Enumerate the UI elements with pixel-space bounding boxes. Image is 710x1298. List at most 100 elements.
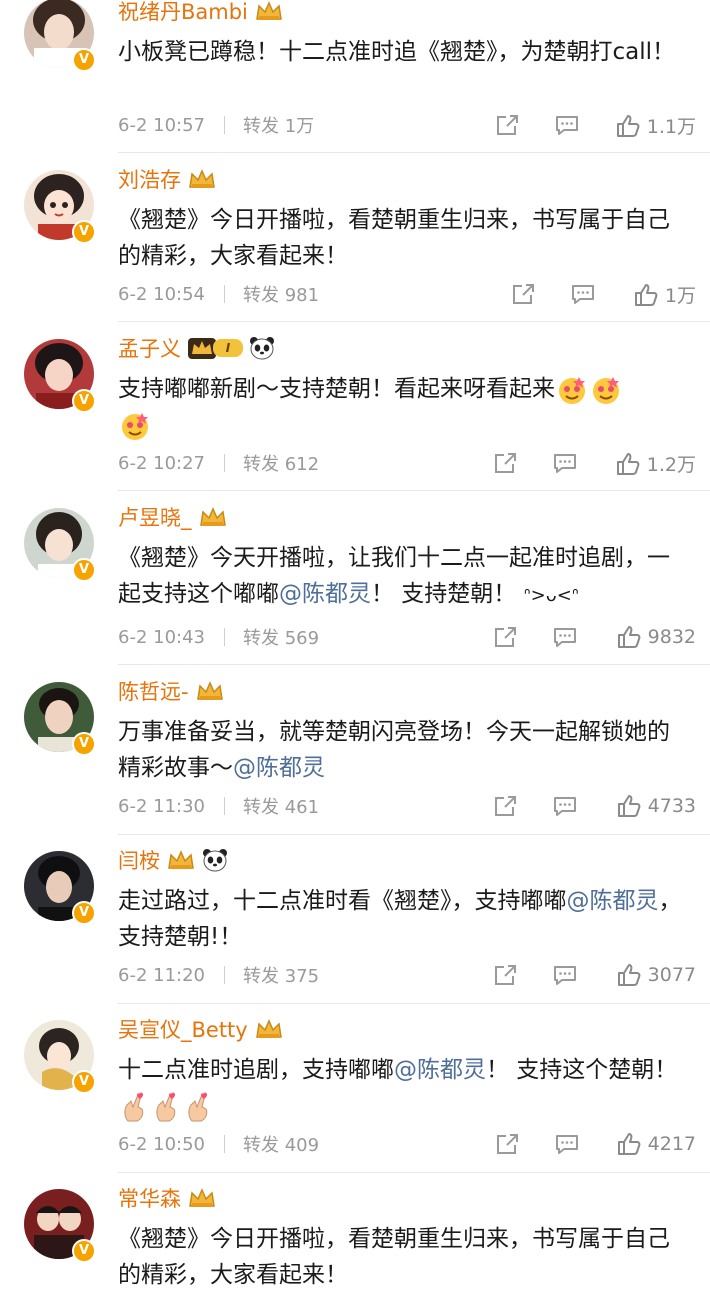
finger-heart-emoji-icon [156, 1092, 176, 1121]
mention-link[interactable]: @陈都灵 [233, 755, 325, 781]
author-name[interactable]: 吴宣仪_Betty [118, 1014, 248, 1044]
share-icon[interactable] [492, 963, 518, 987]
repost-count[interactable]: 转发 375 [243, 962, 319, 988]
share-icon[interactable] [492, 625, 518, 649]
share-icon[interactable] [494, 113, 520, 137]
divider [118, 490, 710, 491]
author-name[interactable]: 闫桉 [118, 845, 160, 875]
like-count: 9832 [647, 626, 696, 648]
like-button[interactable]: 1.2万 [615, 450, 696, 477]
repost-count[interactable]: 转发 1万 [243, 112, 314, 138]
comment-meta: 6-2 10:54 转发 981 1万 [118, 279, 696, 309]
repost-count[interactable]: 转发 409 [243, 1131, 319, 1157]
divider [224, 285, 225, 303]
author-name[interactable]: 刘浩存 [118, 164, 181, 194]
timestamp: 6-2 10:57 [118, 114, 205, 136]
verified-v-icon: V [72, 389, 96, 413]
comment-text: 《翘楚》今日开播啦，看楚朝重生归来，书写属于自己的精彩，大家看起来！ [118, 207, 670, 269]
author-name[interactable]: 卢昱晓_ [118, 502, 192, 532]
mention-link[interactable]: @陈都灵 [567, 888, 659, 914]
comment-text: 《翘楚》今天开播啦，让我们十二点一起准时追剧，一起支持这个嘟嘟@陈都灵！ 支持楚… [118, 545, 670, 607]
author-name[interactable]: 祝绪丹Bambi [118, 0, 248, 26]
thumbs-up-icon [616, 452, 640, 475]
comment-text: 《翘楚》今日开播啦，看楚朝重生归来，书写属于自己的精彩，大家看起来！ [118, 1226, 670, 1288]
verified-v-icon: V [72, 1239, 96, 1263]
repost-count[interactable]: 转发 461 [243, 793, 319, 819]
divider [118, 321, 710, 322]
thumbs-up-icon [617, 795, 641, 817]
divider [118, 152, 710, 153]
like-count: 4217 [647, 1133, 696, 1155]
like-button[interactable]: 9832 [616, 624, 696, 650]
like-count: 1.1万 [646, 116, 696, 138]
comment-icon[interactable] [552, 963, 578, 987]
thumbs-up-icon [634, 283, 658, 306]
thumbs-up-icon [616, 114, 640, 137]
crown-icon [256, 1, 282, 20]
crown-icon [189, 169, 215, 188]
crown-icon [168, 850, 194, 869]
comment-icon[interactable] [570, 282, 596, 306]
panda-icon [203, 849, 227, 872]
share-icon[interactable] [494, 1132, 520, 1156]
crown-icon [255, 1019, 282, 1038]
verified-v-icon: V [72, 732, 96, 756]
divider [224, 628, 225, 646]
comment-text: 走过路过，十二点准时看《翘楚》，支持嘟嘟@陈都灵，支持楚朝!！ [118, 888, 682, 950]
comment-text: 小板凳已蹲稳！十二点准时追《翘楚》，为楚朝打call！ [118, 39, 676, 65]
comment-icon[interactable] [554, 1132, 580, 1156]
timestamp: 6-2 10:27 [118, 452, 205, 474]
share-icon[interactable] [492, 451, 518, 475]
divider [118, 834, 710, 835]
divider [118, 1003, 710, 1004]
level-number: I [213, 339, 243, 357]
comment-icon[interactable] [552, 794, 578, 818]
share-icon[interactable] [510, 282, 536, 306]
verified-v-icon: V [72, 901, 96, 925]
like-button[interactable]: 3077 [616, 962, 696, 988]
finger-heart-emoji-icon [188, 1092, 208, 1121]
divider [224, 966, 225, 984]
comment-text: 十二点准时追剧，支持嘟嘟@陈都灵！ 支持这个楚朝！ [118, 1052, 688, 1124]
like-button[interactable]: 4733 [616, 793, 696, 819]
panda-icon [250, 337, 274, 360]
thumbs-up-icon [617, 1133, 641, 1155]
author-name[interactable]: 陈哲远- [118, 676, 189, 706]
comment-meta: 6-2 11:30 转发 461 4733 [118, 791, 696, 821]
like-button[interactable]: 1.1万 [615, 112, 696, 139]
comment-icon[interactable] [552, 625, 578, 649]
mention-link[interactable]: @陈都灵 [279, 581, 371, 607]
like-button[interactable]: 1万 [633, 281, 696, 308]
comment-icon[interactable] [554, 113, 580, 137]
comment-text: 支持嘟嘟新剧～支持楚朝！看起来呀看起来 [118, 371, 688, 443]
verified-v-icon: V [72, 220, 96, 244]
comment-text: 万事准备妥当，就等楚朝闪亮登场！今天一起解锁她的精彩故事～@陈都灵 [118, 719, 670, 781]
like-count: 1万 [664, 285, 696, 307]
comment-meta: 6-2 10:43 转发 569 9832 [118, 622, 696, 652]
author-name[interactable]: 孟子义 [118, 333, 181, 363]
crown-icon [189, 1188, 215, 1207]
divider [224, 797, 225, 815]
repost-count[interactable]: 转发 981 [243, 281, 319, 307]
timestamp: 6-2 10:54 [118, 283, 205, 305]
thumbs-up-icon [617, 626, 641, 648]
divider [118, 1172, 710, 1173]
mention-link[interactable]: @陈都灵 [394, 1057, 486, 1083]
star-eyes-emoji-icon [559, 376, 585, 404]
timestamp: 6-2 11:20 [118, 964, 205, 986]
repost-count[interactable]: 转发 569 [243, 624, 319, 650]
star-eyes-emoji-icon [122, 412, 148, 440]
star-eyes-emoji-icon [593, 376, 619, 404]
finger-heart-emoji-icon [124, 1092, 144, 1121]
like-button[interactable]: 4217 [616, 1131, 696, 1157]
level-badge: I [187, 336, 243, 360]
verified-v-icon: V [72, 558, 96, 582]
crown-icon [199, 507, 226, 526]
author-name[interactable]: 常华森 [118, 1183, 181, 1213]
verified-v-icon: V [72, 48, 96, 72]
comment-meta: 6-2 10:27 转发 612 1.2万 [118, 448, 696, 478]
comment-icon[interactable] [552, 451, 578, 475]
share-icon[interactable] [492, 794, 518, 818]
divider [224, 1135, 225, 1153]
repost-count[interactable]: 转发 612 [243, 450, 319, 476]
